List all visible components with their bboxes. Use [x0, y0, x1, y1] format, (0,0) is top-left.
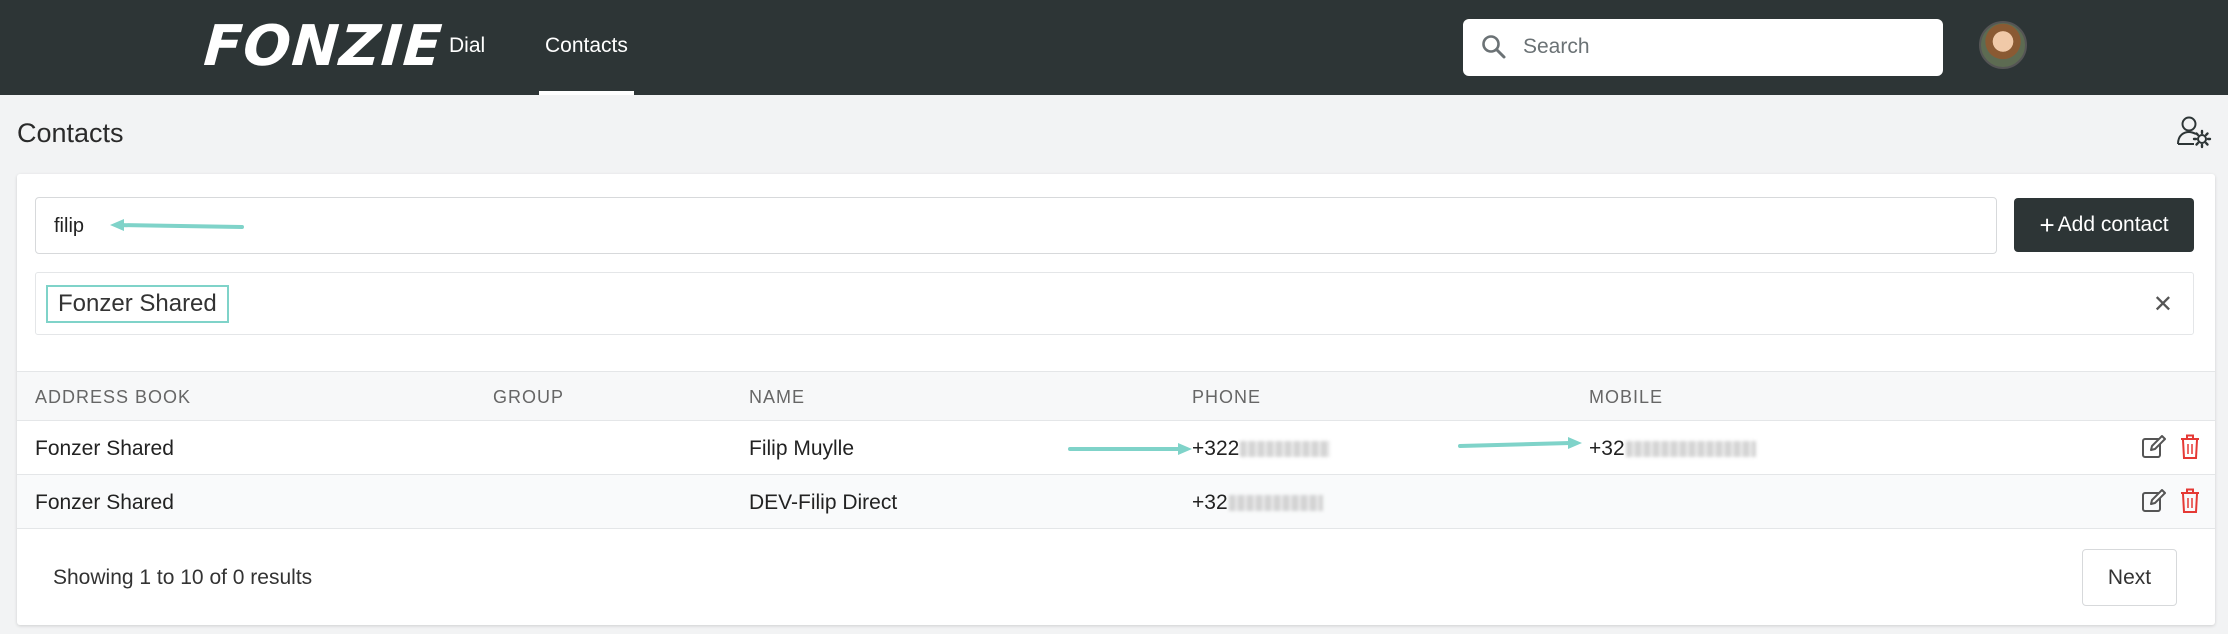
plus-icon: + [2039, 210, 2055, 240]
cell-mobile: +32 [1589, 437, 1756, 461]
cell-phone: +322 [1192, 437, 1331, 461]
redacted-number [1228, 495, 1323, 512]
phone-prefix: +32 [1192, 491, 1228, 514]
user-settings-icon[interactable] [2176, 114, 2212, 155]
redacted-number [1625, 441, 1756, 458]
annotation-arrow [1458, 437, 1582, 449]
column-header-name[interactable]: NAME [749, 387, 805, 408]
nav-dial[interactable]: Dial [449, 34, 485, 58]
edit-icon[interactable] [2141, 434, 2167, 465]
edit-icon[interactable] [2141, 488, 2167, 519]
annotation-arrow [110, 219, 244, 231]
fonzie-logo[interactable]: FONZIE [202, 14, 445, 79]
table-header: ADDRESS BOOK GROUP NAME PHONE MOBILE [17, 371, 2215, 421]
contact-filter-input[interactable] [54, 212, 1954, 240]
global-search-input[interactable] [1523, 31, 1923, 63]
pagination-summary: Showing 1 to 10 of 0 results [53, 566, 313, 589]
row-actions [2141, 434, 2201, 465]
redacted-number [1240, 441, 1331, 458]
add-contact-label: Add contact [2057, 213, 2169, 236]
phone-prefix: +322 [1192, 437, 1240, 460]
add-contact-button[interactable]: + Add contact [2014, 198, 2194, 252]
column-header-phone[interactable]: PHONE [1192, 387, 1261, 408]
annotation-arrow [1068, 443, 1192, 455]
cell-name: DEV-Filip Direct [749, 491, 898, 514]
top-navbar: FONZIE Dial Contacts [0, 0, 2228, 95]
cell-address-book: Fonzer Shared [35, 491, 174, 514]
column-header-group[interactable]: GROUP [493, 387, 564, 408]
row-actions [2141, 488, 2201, 519]
address-book-tag[interactable]: Fonzer Shared [46, 285, 229, 323]
column-header-mobile[interactable]: MOBILE [1589, 387, 1663, 408]
trash-icon[interactable] [2179, 434, 2201, 465]
nav-contacts[interactable]: Contacts [545, 34, 628, 58]
contact-filter-field[interactable] [35, 197, 1997, 254]
cell-name: Filip Muylle [749, 437, 855, 460]
active-nav-indicator [539, 91, 634, 95]
trash-icon[interactable] [2179, 488, 2201, 519]
cell-address-book: Fonzer Shared [35, 437, 174, 460]
table-row[interactable]: Fonzer Shared DEV-Filip Direct +32 [17, 475, 2215, 529]
column-header-address-book[interactable]: ADDRESS BOOK [35, 387, 191, 408]
close-icon[interactable]: ✕ [2153, 290, 2173, 319]
address-book-filter[interactable]: Fonzer Shared ✕ [35, 272, 2194, 335]
cell-phone: +32 [1192, 491, 1323, 515]
user-avatar[interactable] [1979, 21, 2027, 69]
global-search[interactable] [1463, 19, 1943, 76]
page-title: Contacts [17, 118, 124, 148]
address-book-tag-label: Fonzer Shared [58, 290, 217, 317]
next-page-button[interactable]: Next [2082, 549, 2177, 606]
mobile-prefix: +32 [1589, 437, 1625, 460]
search-icon [1481, 34, 1507, 65]
